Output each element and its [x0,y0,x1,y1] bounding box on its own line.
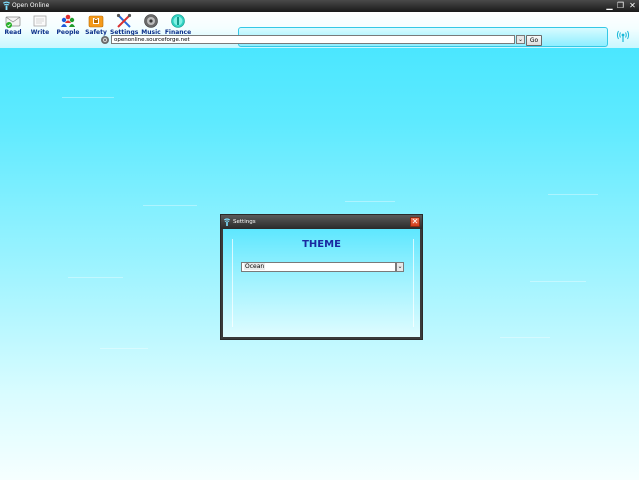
background-streak [68,277,123,278]
title-bar: Open Online ▁ ❐ ✕ [0,0,639,12]
read-button[interactable]: Read [2,12,24,36]
people-button[interactable]: People [55,12,81,36]
go-button[interactable]: Go [526,35,542,46]
theme-select-value: Ocean [244,263,266,270]
music-button[interactable]: Music [140,12,162,36]
background-streak [500,337,550,338]
write-button[interactable]: Write [29,12,51,36]
dialog-app-icon [223,218,231,226]
people-label: People [56,29,80,36]
safety-button[interactable]: Safety [85,12,107,36]
theme-heading: THEME [302,239,341,250]
theme-dropdown-button[interactable]: ⌄ [396,262,404,272]
address-dropdown-button[interactable]: ⌄ [516,35,525,44]
settings-dialog: Settings ✕ THEME Ocean ⌄ [220,214,423,340]
read-icon [5,16,21,28]
write-icon [33,15,47,27]
close-button[interactable]: ✕ [628,1,637,10]
dialog-close-button[interactable]: ✕ [410,217,420,227]
background-streak [100,348,148,349]
background-streak [143,205,197,206]
minimize-button[interactable]: ▁ [605,1,614,10]
background-streak [548,194,598,195]
read-label: Read [4,29,22,36]
music-icon [144,14,158,28]
background-streak [345,201,395,202]
dialog-title: Settings [233,219,256,225]
restore-button[interactable]: ❐ [616,1,625,10]
signal-icon[interactable] [616,29,630,43]
dialog-title-bar[interactable]: Settings ✕ [221,215,422,229]
window-title: Open Online [12,2,50,9]
settings-icon [116,13,132,28]
write-label: Write [30,29,50,36]
finance-button[interactable]: Finance [164,12,192,36]
settings-button[interactable]: Settings [110,12,138,36]
people-icon [61,14,75,27]
theme-select[interactable]: Ocean [241,262,396,272]
address-input[interactable]: openonline.sourceforge.net [111,35,515,44]
globe-icon [101,36,109,44]
background-streak [62,97,114,98]
finance-icon [171,14,185,28]
safety-icon [88,15,104,28]
background-streak [530,281,586,282]
app-logo-icon [2,1,11,10]
dialog-inner-panel [232,239,414,327]
